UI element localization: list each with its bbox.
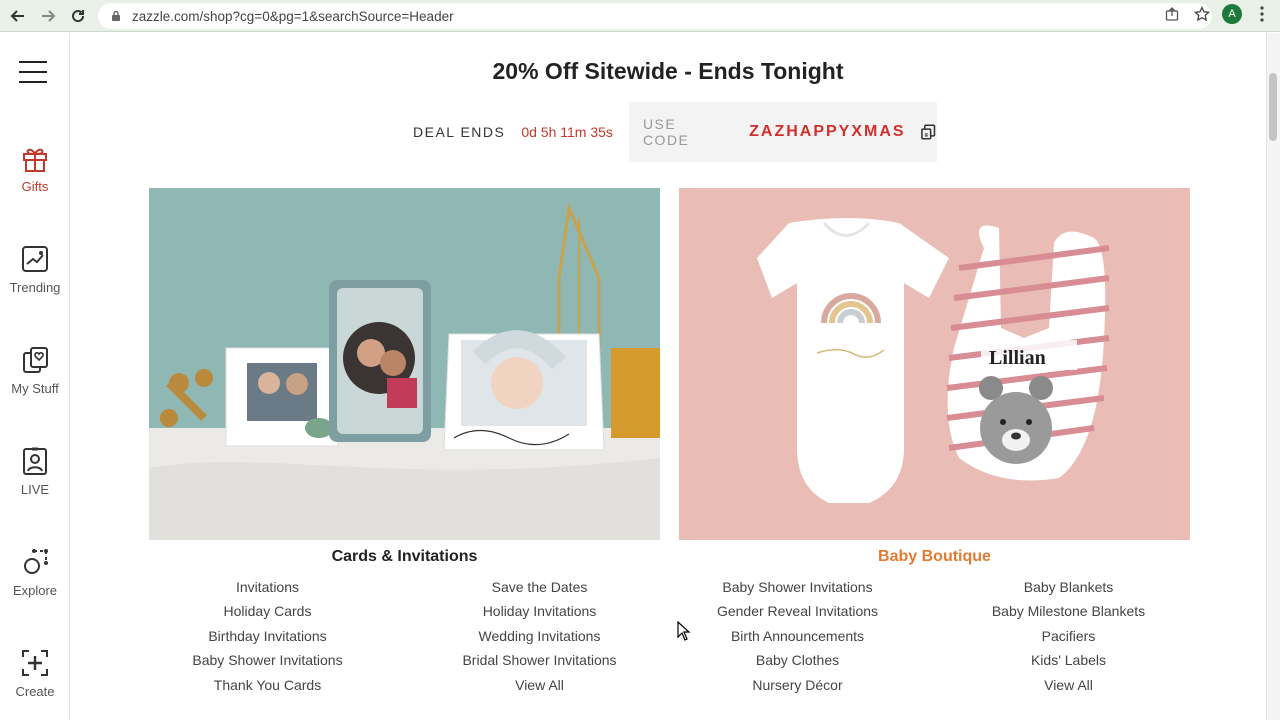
category-link[interactable]: Invitations [140,578,395,602]
promo-code-box[interactable]: USE CODE ZAZHAPPYXMAS [628,102,937,162]
category-link[interactable]: Baby Milestone Blankets [941,602,1196,626]
category-title-cards[interactable]: Cards & Invitations [149,548,660,566]
view-all-link[interactable]: View All [941,676,1196,700]
bib-name-text: Lillian [989,347,1046,369]
rail-item-trending[interactable]: Trending [0,244,70,295]
category-link[interactable]: Nursery Décor [670,676,925,700]
cards-links-col2: Save the Dates Holiday Invitations Weddi… [412,578,667,700]
menu-dots-icon[interactable] [1252,4,1272,24]
trending-icon [22,246,48,272]
use-code-label: USE CODE [642,116,690,148]
category-link[interactable]: Kids' Labels [941,651,1196,675]
rail-label-trending: Trending [9,280,61,295]
cards-invitations-image[interactable] [149,188,660,540]
baby-boutique-image[interactable]: Lillian [679,188,1190,540]
category-link[interactable]: Birth Announcements [670,627,925,651]
category-link[interactable]: Bridal Shower Invitations [412,651,667,675]
bookmark-star-icon[interactable] [1192,4,1212,24]
reload-icon[interactable] [64,2,92,30]
rail-label-live: LIVE [20,482,50,497]
deal-countdown: 0d 5h 11m 35s [521,124,613,140]
category-link[interactable]: Holiday Invitations [412,602,667,626]
category-link[interactable]: Wedding Invitations [412,627,667,651]
left-nav-rail: Gifts Trending My Stuff LIVE Explore Cre… [0,33,70,720]
category-link[interactable]: Baby Blankets [941,578,1196,602]
copy-icon[interactable] [920,123,937,141]
view-all-link[interactable]: View All [412,676,667,700]
rail-label-create: Create [15,684,55,699]
url-text: zazzle.com/shop?cg=0&pg=1&searchSource=H… [132,8,454,24]
share-icon[interactable] [1162,4,1182,24]
category-link[interactable]: Pacifiers [941,627,1196,651]
create-icon [22,650,48,676]
explore-icon [24,549,48,574]
forward-icon[interactable] [34,2,62,30]
deal-ends-label: DEAL ENDS [413,124,506,140]
category-title-baby[interactable]: Baby Boutique [679,548,1190,566]
rail-item-gifts[interactable]: Gifts [0,143,70,194]
back-icon[interactable] [4,2,32,30]
browser-toolbar: zazzle.com/shop?cg=0&pg=1&searchSource=H… [0,0,1280,32]
cards-links-col1: Invitations Holiday Cards Birthday Invit… [140,578,395,700]
category-link[interactable]: Gender Reveal Invitations [670,602,925,626]
category-link[interactable]: Birthday Invitations [140,627,395,651]
profile-avatar[interactable]: A [1222,4,1242,24]
rail-label-my-stuff: My Stuff [11,381,59,396]
rail-item-create[interactable]: Create [0,648,70,699]
category-link[interactable]: Save the Dates [412,578,667,602]
rail-label-gifts: Gifts [21,179,49,194]
category-link[interactable]: Thank You Cards [140,676,395,700]
lock-icon [112,10,120,21]
deal-banner: DEAL ENDS 0d 5h 11m 35s USE CODE ZAZHAPP… [413,102,937,162]
category-link[interactable]: Holiday Cards [140,602,395,626]
rail-item-explore[interactable]: Explore [0,547,70,598]
gift-icon [23,148,47,172]
category-link[interactable]: Baby Shower Invitations [140,651,395,675]
rail-label-explore: Explore [12,583,58,598]
baby-links-col1: Baby Shower Invitations Gender Reveal In… [670,578,925,700]
rail-item-live[interactable]: LIVE [0,446,70,497]
address-bar[interactable]: zazzle.com/shop?cg=0&pg=1&searchSource=H… [98,3,1212,29]
category-link[interactable]: Baby Shower Invitations [670,578,925,602]
baby-links-col2: Baby Blankets Baby Milestone Blankets Pa… [941,578,1196,700]
my-stuff-icon [23,347,48,373]
promo-code: ZAZHAPPYXMAS [749,123,906,140]
category-link[interactable]: Baby Clothes [670,651,925,675]
rail-item-my-stuff[interactable]: My Stuff [0,345,70,396]
page-scrollbar[interactable] [1266,33,1280,720]
live-icon [23,447,47,475]
hamburger-menu-icon[interactable] [19,61,47,83]
scrollbar-thumb[interactable] [1269,73,1277,141]
promo-title: 20% Off Sitewide - Ends Tonight [492,58,844,84]
mouse-cursor-icon [677,621,691,641]
